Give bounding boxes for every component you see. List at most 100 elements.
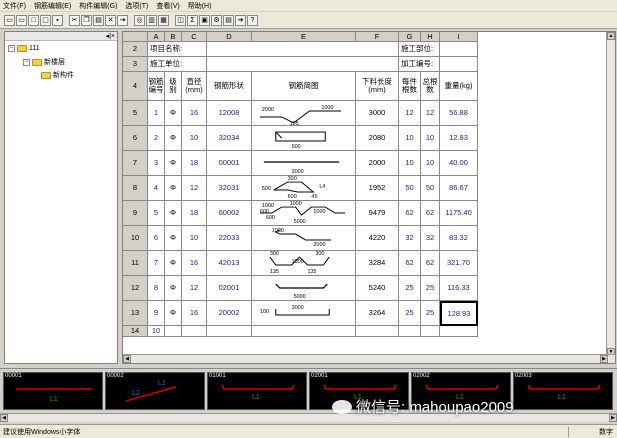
rebar-cell-per[interactable]: 50: [399, 176, 421, 201]
row-header[interactable]: 14: [123, 326, 148, 337]
column-header[interactable]: I: [440, 32, 478, 42]
rebar-cell-shape[interactable]: 00001: [207, 151, 252, 176]
rebar-cell-total[interactable]: 32: [421, 226, 440, 251]
processing-no-value[interactable]: [440, 57, 478, 72]
tree-panel-controls[interactable]: ◂|×: [106, 32, 115, 40]
rebar-cell-weight[interactable]: 12.83: [440, 126, 478, 151]
rebar-cell-total[interactable]: 12: [421, 101, 440, 126]
rebar-cell-dia[interactable]: 18: [182, 201, 207, 226]
rebar-cell-total[interactable]: 50: [421, 176, 440, 201]
copy-icon[interactable]: ❐: [81, 14, 92, 26]
rebar-cell-shape[interactable]: 20002: [207, 301, 252, 326]
rebar-cell-grade[interactable]: Φ: [165, 301, 182, 326]
rebar-cell-dia[interactable]: 12: [182, 176, 207, 201]
rebar-cell-per[interactable]: 32: [399, 226, 421, 251]
rebar-cell-grade[interactable]: Φ: [165, 126, 182, 151]
tree-node-floor[interactable]: − 新楼层: [23, 57, 65, 67]
empty-cell[interactable]: [440, 326, 478, 337]
rebar-cell-per[interactable]: 62: [399, 251, 421, 276]
row-header[interactable]: 5: [123, 101, 148, 126]
rebar-cell-total[interactable]: 62: [421, 251, 440, 276]
open-icon[interactable]: ▢: [40, 14, 51, 26]
rebar-cell-weight[interactable]: 83.32: [440, 226, 478, 251]
scroll-left-icon[interactable]: ◀: [0, 414, 8, 422]
rebar-cell-no[interactable]: 9: [148, 301, 165, 326]
rebar-cell-len[interactable]: 9479: [356, 201, 399, 226]
column-header[interactable]: C: [182, 32, 207, 42]
row-header[interactable]: 9: [123, 201, 148, 226]
column-header[interactable]: E: [252, 32, 356, 42]
rebar-cell-grade[interactable]: Φ: [165, 101, 182, 126]
rebar-cell-shape[interactable]: 42013: [207, 251, 252, 276]
grid-corner[interactable]: [123, 32, 148, 42]
rebar-cell-total[interactable]: 62: [421, 201, 440, 226]
rebar-cell-dia[interactable]: 12: [182, 276, 207, 301]
rebar-cell-dia[interactable]: 16: [182, 101, 207, 126]
rebar-cell-per[interactable]: 25: [399, 301, 421, 326]
empty-cell[interactable]: [182, 326, 207, 337]
vertical-scrollbar[interactable]: ▲ ▼: [606, 32, 615, 356]
column-header[interactable]: D: [207, 32, 252, 42]
image-icon[interactable]: ▣: [199, 14, 210, 26]
rebar-cell-no[interactable]: 1: [148, 101, 165, 126]
empty-cell[interactable]: [165, 326, 182, 337]
menu-help[interactable]: 帮助(H): [188, 1, 212, 11]
rebar-cell-no[interactable]: 3: [148, 151, 165, 176]
sum-icon[interactable]: Σ: [187, 14, 198, 26]
rebar-cell-dia[interactable]: 18: [182, 151, 207, 176]
cut-icon[interactable]: ✂: [69, 14, 80, 26]
shape-thumbnail[interactable]: 01001 L1: [207, 372, 307, 410]
rebar-cell-dia[interactable]: 16: [182, 251, 207, 276]
empty-cell[interactable]: [421, 326, 440, 337]
rebar-cell-shape[interactable]: 22033: [207, 226, 252, 251]
frame2-icon[interactable]: ▭: [16, 14, 27, 26]
config-icon[interactable]: ⚙: [211, 14, 222, 26]
rebar-cell-weight[interactable]: 56.88: [440, 101, 478, 126]
rebar-cell-no[interactable]: 5: [148, 201, 165, 226]
project-name-value[interactable]: [207, 42, 399, 57]
rebar-cell-total[interactable]: 10: [421, 151, 440, 176]
rebar-cell-dia[interactable]: 10: [182, 226, 207, 251]
column-header[interactable]: A: [148, 32, 165, 42]
row-header[interactable]: 13: [123, 301, 148, 326]
rebar-cell-grade[interactable]: Φ: [165, 226, 182, 251]
rebar-cell-shape[interactable]: 12008: [207, 101, 252, 126]
rebar-cell-len[interactable]: 2000: [356, 151, 399, 176]
rebar-cell-len[interactable]: 1952: [356, 176, 399, 201]
rebar-cell-len[interactable]: 5240: [356, 276, 399, 301]
delete-icon[interactable]: ✕: [105, 14, 116, 26]
horizontal-scrollbar[interactable]: ◀ ▶: [123, 354, 615, 363]
rebar-cell-no[interactable]: 7: [148, 251, 165, 276]
rebar-cell-len[interactable]: 4220: [356, 226, 399, 251]
row-header[interactable]: 6: [123, 126, 148, 151]
rebar-cell-total[interactable]: 25: [421, 276, 440, 301]
rebar-cell-total[interactable]: 10: [421, 126, 440, 151]
rebar-cell-dia[interactable]: 16: [182, 301, 207, 326]
empty-cell[interactable]: [356, 326, 399, 337]
rebar-cell-grade[interactable]: Φ: [165, 201, 182, 226]
collapse-icon[interactable]: −: [8, 45, 15, 52]
row-header[interactable]: 8: [123, 176, 148, 201]
row-header[interactable]: 10: [123, 226, 148, 251]
rebar-cell-per[interactable]: 10: [399, 126, 421, 151]
rebar-cell-len[interactable]: 3284: [356, 251, 399, 276]
export-icon[interactable]: ➔: [235, 14, 246, 26]
rebar-cell-grade[interactable]: Φ: [165, 251, 182, 276]
shape-thumbnail[interactable]: 02003 L1: [513, 372, 613, 410]
scroll-left-icon[interactable]: ◀: [123, 355, 131, 363]
rebar-cell-per[interactable]: 25: [399, 276, 421, 301]
rebar-cell-no[interactable]: 8: [148, 276, 165, 301]
construction-part-value[interactable]: [440, 42, 478, 57]
scroll-right-icon[interactable]: ▶: [600, 355, 608, 363]
rebar-cell-no[interactable]: 2: [148, 126, 165, 151]
empty-cell[interactable]: [207, 326, 252, 337]
rebar-cell-grade[interactable]: Φ: [165, 151, 182, 176]
rebar-cell-weight[interactable]: 1175.40: [440, 201, 478, 226]
help-icon[interactable]: ?: [247, 14, 258, 26]
row-header[interactable]: 2: [123, 42, 148, 57]
insert-icon[interactable]: ⇥: [117, 14, 128, 26]
rebar-cell-per[interactable]: 62: [399, 201, 421, 226]
rebar-cell-weight[interactable]: 116.33: [440, 276, 478, 301]
rebar-cell-weight[interactable]: 128.93: [440, 301, 478, 326]
empty-cell[interactable]: [399, 326, 421, 337]
